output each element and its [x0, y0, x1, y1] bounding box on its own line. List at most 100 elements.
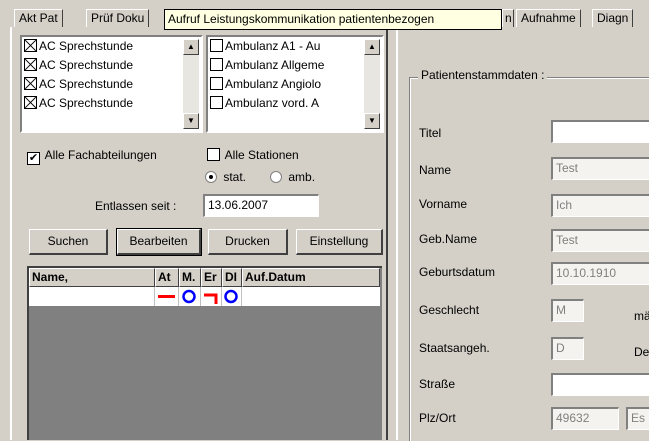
cell-er [201, 287, 222, 306]
list-item[interactable]: Ambulanz vord. A [210, 94, 319, 113]
checkbox-box [207, 148, 220, 161]
strasse-field[interactable] [551, 373, 649, 396]
radio-dot-icon [205, 171, 217, 183]
checkbox[interactable] [210, 39, 223, 52]
list-item-label: Ambulanz Angiolo [225, 77, 322, 91]
bearbeiten-button[interactable]: Bearbeiten [116, 228, 202, 256]
fachabteilung-listbox[interactable]: AC Sprechstunde AC Sprechstunde AC Sprec… [20, 35, 203, 133]
label-geb-name: Geb.Name [419, 232, 478, 246]
scrollbar[interactable]: ▲ ▼ [183, 39, 199, 129]
patient-grid[interactable]: Name, At M. Er DI Auf.Datum [27, 266, 382, 440]
red-corner-icon [204, 293, 218, 304]
geschlecht-text: mä [634, 309, 649, 323]
ort-field[interactable]: Es [626, 407, 649, 430]
checkbox[interactable] [24, 58, 37, 71]
suchen-button[interactable]: Suchen [29, 229, 108, 255]
entlassen-date-field[interactable]: 13.06.2007 [203, 194, 319, 217]
scroll-up-icon[interactable]: ▲ [364, 39, 380, 55]
table-row[interactable] [29, 287, 380, 306]
plz-field[interactable]: 49632 [551, 407, 619, 430]
blue-circle-icon [224, 289, 238, 304]
list-item-label: AC Sprechstunde [39, 96, 134, 110]
label-staatsangeh: Staatsangeh. [419, 341, 490, 355]
tab-akt-pat[interactable]: Akt Pat [14, 9, 63, 27]
vorname-field[interactable]: Ich [551, 194, 649, 217]
label-plz-ort: Plz/Ort [419, 411, 456, 425]
scroll-down-icon[interactable]: ▼ [364, 113, 380, 129]
alle-stationen-label: Alle Stationen [224, 148, 299, 162]
check-icon: ✔ [27, 152, 40, 165]
drucken-label: Drucken [225, 234, 270, 248]
label-strasse: Straße [419, 377, 456, 391]
scrollbar[interactable]: ▲ ▼ [364, 39, 380, 129]
list-item[interactable]: Ambulanz A1 - Au [210, 37, 320, 56]
list-item-label: AC Sprechstunde [39, 39, 134, 53]
station-listbox[interactable]: Ambulanz A1 - Au Ambulanz Allgeme Ambula… [206, 35, 384, 133]
tab-hidden-partial[interactable]: n [502, 9, 514, 27]
col-header-auf-datum[interactable]: Auf.Datum [242, 268, 380, 287]
cell-at [155, 287, 179, 306]
cell-auf-datum [242, 287, 380, 306]
name-field[interactable]: Test [551, 157, 649, 180]
list-item[interactable]: Ambulanz Allgeme [210, 56, 324, 75]
checkbox[interactable] [210, 77, 223, 90]
alle-stationen-checkbox[interactable]: Alle Stationen [207, 148, 299, 162]
checkbox[interactable] [210, 96, 223, 109]
col-header-at[interactable]: At [155, 268, 179, 287]
col-header-di[interactable]: DI [222, 268, 242, 287]
col-header-m[interactable]: M. [179, 268, 201, 287]
entlassen-label: Entlassen seit : [95, 199, 177, 213]
list-item[interactable]: AC Sprechstunde [24, 75, 133, 94]
scroll-down-icon[interactable]: ▼ [183, 113, 199, 129]
list-item-label: Ambulanz vord. A [225, 96, 320, 110]
col-header-er[interactable]: Er [201, 268, 222, 287]
titel-field[interactable] [551, 120, 649, 143]
list-item-label: AC Sprechstunde [39, 58, 134, 72]
list-item-label: AC Sprechstunde [39, 77, 134, 91]
blue-circle-icon [182, 289, 196, 304]
geburtsdatum-field[interactable]: 10.10.1910 [551, 262, 649, 285]
list-item[interactable]: AC Sprechstunde [24, 94, 133, 113]
cell-di [222, 287, 242, 306]
checkbox[interactable] [24, 39, 37, 52]
suchen-label: Suchen [47, 234, 89, 248]
drucken-button[interactable]: Drucken [208, 229, 288, 255]
checkbox[interactable] [24, 77, 37, 90]
stammdaten-title: Patientenstammdaten : [418, 68, 548, 82]
list-item[interactable]: Ambulanz Angiolo [210, 75, 321, 94]
cell-m [179, 287, 201, 306]
tab-aufnahme[interactable]: Aufnahme [516, 9, 581, 27]
radio-amb-label: amb. [288, 170, 316, 184]
checkbox[interactable] [24, 96, 37, 109]
tab-pruef-doku[interactable]: Prüf Doku [86, 9, 150, 27]
list-item-label: Ambulanz A1 - Au [225, 39, 321, 53]
label-titel: Titel [419, 126, 442, 140]
alle-fachabteilungen-checkbox[interactable]: ✔ Alle Fachabteilungen [27, 148, 157, 165]
radio-dot-icon [270, 171, 282, 183]
label-geschlecht: Geschlecht [419, 303, 480, 317]
tab-diagn[interactable]: Diagn [592, 9, 634, 27]
tooltip: Aufruf Leistungskommunikation patientenb… [164, 9, 502, 30]
col-header-name[interactable]: Name, [29, 268, 155, 287]
staatsangeh-text: De [634, 345, 649, 359]
radio-amb[interactable]: amb. [270, 170, 315, 184]
radio-stat[interactable]: stat. [205, 170, 246, 184]
radio-stat-label: stat. [223, 170, 247, 184]
left-panel-edge [386, 27, 388, 440]
red-dash-icon [158, 295, 175, 298]
bearbeiten-label: Bearbeiten [129, 234, 188, 248]
cell-name [29, 287, 155, 306]
geb-name-field[interactable]: Test [551, 229, 649, 252]
list-item[interactable]: AC Sprechstunde [24, 37, 133, 56]
staatsangeh-field[interactable]: D [551, 337, 584, 360]
label-name: Name [419, 163, 452, 177]
scroll-up-icon[interactable]: ▲ [183, 39, 199, 55]
list-item[interactable]: AC Sprechstunde [24, 56, 133, 75]
einstellung-label: Einstellung [309, 234, 369, 248]
einstellung-button[interactable]: Einstellung [296, 229, 383, 255]
alle-fachabteilungen-label: Alle Fachabteilungen [44, 148, 157, 162]
list-item-label: Ambulanz Allgeme [225, 58, 325, 72]
geschlecht-field[interactable]: M [551, 299, 584, 322]
label-geburtsdatum: Geburtsdatum [419, 265, 496, 279]
checkbox[interactable] [210, 58, 223, 71]
